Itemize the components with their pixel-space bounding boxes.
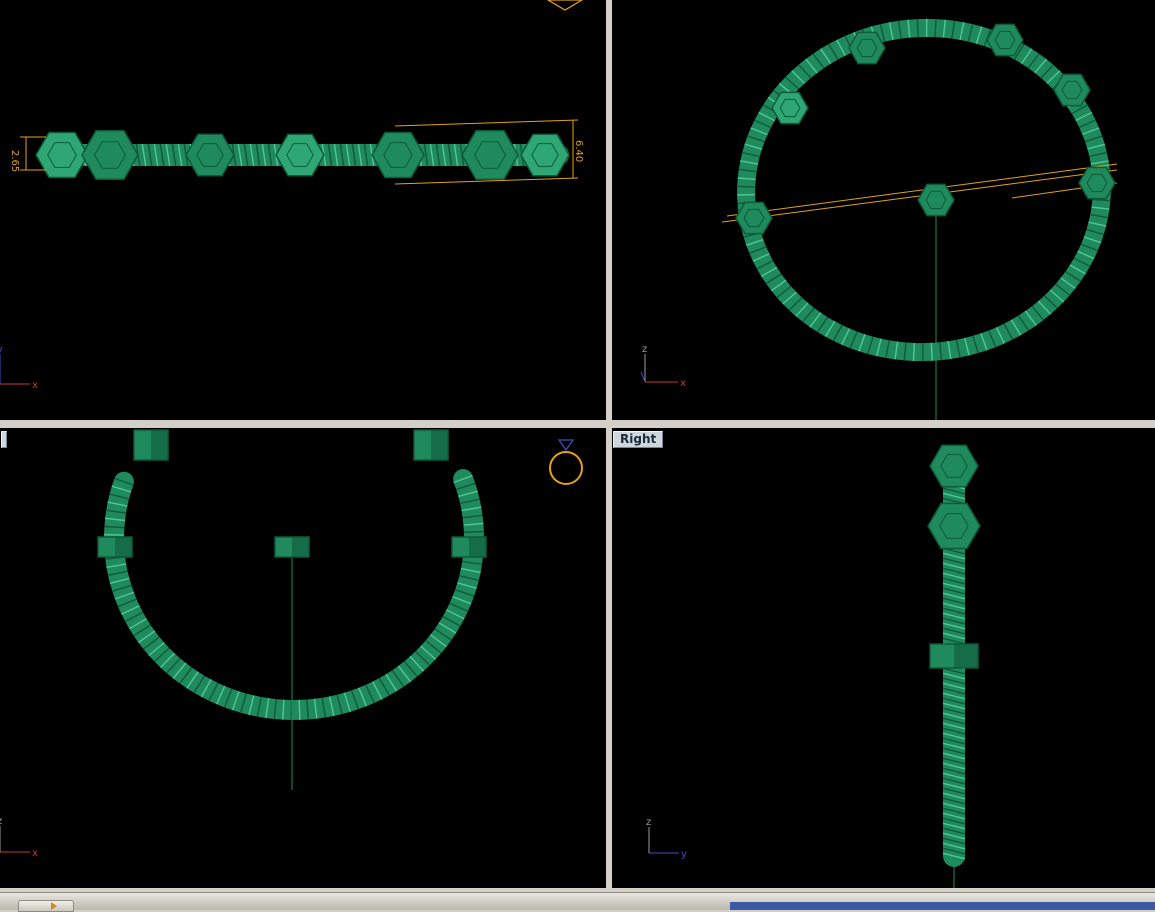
axis-label-z: z: [0, 816, 2, 827]
right-view-canvas[interactable]: yz: [612, 428, 1155, 888]
top-hex-bead: [186, 134, 234, 176]
front-bead-center: [275, 537, 309, 557]
front-bead-right: [452, 537, 486, 557]
taskbar: [0, 892, 1155, 910]
viewport-front[interactable]: xz: [0, 428, 606, 888]
axis-triad-icon: xy: [0, 344, 38, 391]
axis-triad-icon: yz: [646, 817, 687, 860]
viewport-right[interactable]: yz Right: [612, 428, 1155, 888]
axis-label-y: y: [681, 849, 687, 860]
top-hex-bead: [372, 133, 424, 178]
persp-hex-bead: [918, 184, 954, 215]
persp-axis-y: [641, 372, 645, 382]
axis-label-x: x: [680, 378, 686, 389]
top-hex-bead: [36, 133, 88, 178]
axis-triad-icon: xz: [642, 344, 686, 389]
axis-label-z: z: [642, 344, 647, 355]
front-bead-left: [98, 537, 132, 557]
viewport-top[interactable]: 2.656.40xy: [0, 0, 606, 420]
top-hex-bead: [462, 131, 518, 179]
persp-dimensions: [722, 164, 1117, 222]
top-hex-bead: [276, 134, 324, 176]
front-bead-top-right: [414, 430, 448, 460]
right-hex-bead: [928, 504, 980, 549]
right-hex-bead: [930, 445, 978, 487]
top-dim-width: 6.40: [573, 140, 584, 162]
top-dim-height: 2.65: [9, 150, 20, 172]
front-view-canvas[interactable]: xz: [0, 428, 606, 888]
ring-gem-icon: [550, 440, 582, 484]
perspective-view-canvas[interactable]: xz: [612, 0, 1155, 420]
viewport-perspective[interactable]: xz: [612, 0, 1155, 420]
axis-label-z: z: [646, 817, 651, 828]
viewport-label-front[interactable]: [1, 431, 7, 448]
axis-label-y: y: [0, 344, 3, 355]
right-bead-center: [930, 644, 978, 668]
top-view-canvas[interactable]: 2.656.40xy: [0, 0, 606, 420]
top-hex-bead: [521, 134, 569, 176]
axis-label-x: x: [32, 848, 38, 859]
viewport-label-right[interactable]: Right: [613, 431, 663, 448]
front-bead-top-left: [134, 430, 168, 460]
ring-gem-icon: [548, 0, 582, 10]
front-ring-coil: [104, 476, 484, 720]
start-button[interactable]: [18, 900, 74, 912]
axis-label-x: x: [32, 380, 38, 391]
axis-triad-icon: xz: [0, 816, 38, 859]
top-hex-bead: [82, 131, 138, 179]
